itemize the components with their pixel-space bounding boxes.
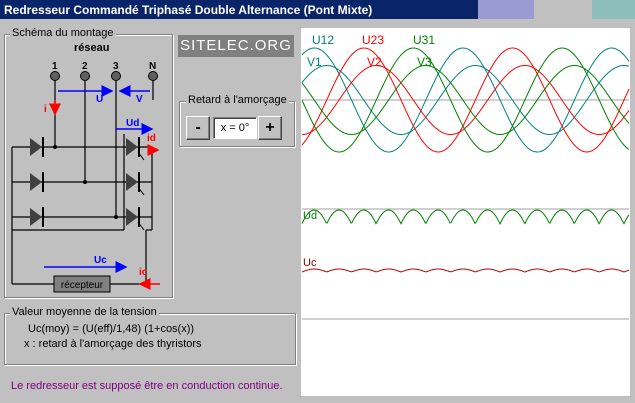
firing-group-label: Retard à l'amorçage <box>186 94 289 106</box>
formula-group-label: Valeur moyenne de la tension <box>10 306 159 318</box>
label-u23: U23 <box>362 33 384 47</box>
label-ud: Ud <box>303 210 317 222</box>
terminal-n-label: N <box>149 61 156 72</box>
increase-button[interactable]: + <box>258 116 282 140</box>
oscilloscope-panel: U12 U23 U31 V1 V2 V3 Ud Uc <box>300 27 631 397</box>
label-u31: U31 <box>413 33 435 47</box>
terminal-2-label: 2 <box>82 61 88 72</box>
terminals: 1 2 3 N <box>50 61 158 81</box>
current-id-label: id <box>147 133 156 144</box>
terminal-3-label: 3 <box>113 61 119 72</box>
terminal-2 <box>80 71 90 81</box>
decrease-button[interactable]: - <box>186 116 210 140</box>
diode-3 <box>30 207 44 227</box>
formula-text: Uc(moy) = (U(eff)/1,48) (1+cos(x)) <box>28 323 195 335</box>
voltage-ud-label: Ud <box>126 118 139 129</box>
network-label: réseau <box>74 42 109 54</box>
scope-background <box>300 27 631 397</box>
receiver-label: récepteur <box>61 280 104 291</box>
current-i-label: i <box>44 104 47 115</box>
voltage-u-label: U <box>96 94 103 105</box>
title-stripe-1 <box>478 0 534 19</box>
voltage-v-label: V <box>136 94 143 105</box>
diode-1 <box>30 137 44 157</box>
thyristor-2 <box>126 172 145 196</box>
label-v3: V3 <box>417 55 432 69</box>
formula-legend: x : retard à l'amorçage des thyristors <box>24 338 202 350</box>
label-v1: V1 <box>307 55 322 69</box>
label-v2: V2 <box>367 55 382 69</box>
terminal-3 <box>111 71 121 81</box>
conduction-note: Le redresseur est supposé être en conduc… <box>11 380 283 392</box>
title-stripe-2 <box>534 0 592 19</box>
thyristor-3 <box>126 207 145 231</box>
site-logo: SITELEC.ORG <box>178 35 294 57</box>
thyristor-1 <box>126 137 145 161</box>
label-uc: Uc <box>303 257 317 269</box>
firing-angle-value: x = 0° <box>213 117 257 139</box>
terminal-1 <box>50 71 60 81</box>
terminal-n <box>148 71 158 81</box>
circuit-diagram: réseau 1 2 3 N i U V Ud id Uc ic récepte… <box>11 42 160 293</box>
title-stripe-3 <box>592 0 635 19</box>
current-ic-label: ic <box>139 267 148 278</box>
terminal-1-label: 1 <box>52 61 58 72</box>
window-title: Redresseur Commandé Triphasé Double Alte… <box>4 3 373 17</box>
label-u12: U12 <box>312 33 334 47</box>
voltage-uc-label: Uc <box>94 255 107 266</box>
diode-2 <box>30 172 44 192</box>
